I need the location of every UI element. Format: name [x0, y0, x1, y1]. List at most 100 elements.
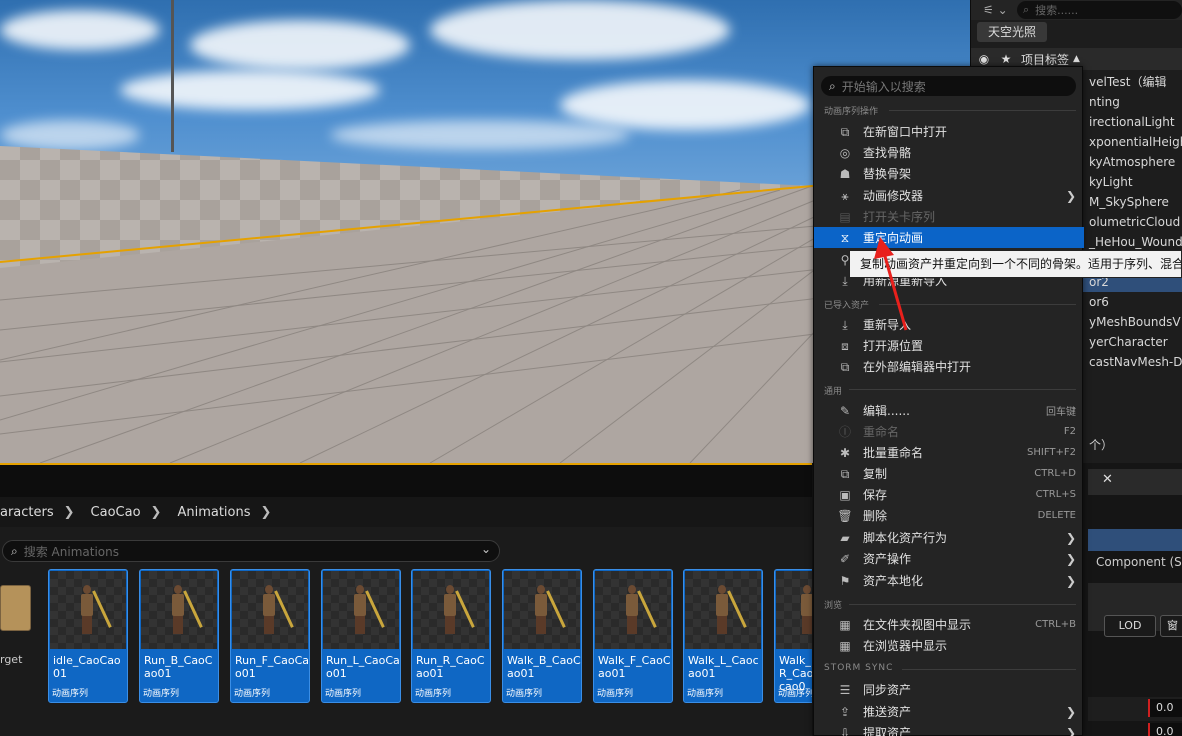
search-placeholder: 搜索 Animations	[23, 544, 119, 559]
menu-item-show-in-folder[interactable]: ▦ 在文件夹视图中显示 CTRL+B	[814, 614, 1084, 635]
breadcrumb-item[interactable]: Animations	[177, 505, 250, 520]
filter-icon[interactable]: ⚟ ⌄	[983, 3, 1011, 17]
menu-item-push-assets[interactable]: ⇪ 推送资产 ❯	[814, 701, 1084, 722]
menu-item-find-skeleton[interactable]: ◎ 查找骨骼	[814, 142, 1084, 163]
search-placeholder: 搜索......	[1035, 4, 1079, 17]
modifier-icon: ⚹	[841, 188, 849, 203]
window-button[interactable]: 窗	[1160, 615, 1182, 637]
asset-name: Walk_F_CaoCao01	[598, 654, 671, 680]
menu-item-open-external-editor[interactable]: ⧉ 在外部编辑器中打开	[814, 356, 1084, 377]
rename-icon: Ⓘ	[838, 424, 851, 439]
sort-up-icon[interactable]: ▲	[1073, 54, 1080, 64]
chevron-right-icon: ❯	[150, 504, 162, 520]
asset-type: 动画序列	[597, 689, 634, 699]
shortcut-label: CTRL+B	[1035, 619, 1076, 630]
asset-tile[interactable]: idle_CaoCao01 动画序列	[48, 569, 128, 703]
menu-item-pull-assets[interactable]: ⇩ 提取资产 ❯	[814, 722, 1084, 736]
character-figure	[441, 585, 475, 635]
character-figure	[169, 585, 203, 635]
number-field[interactable]: 0.0	[1148, 699, 1182, 717]
menu-item-anim-modifiers[interactable]: ⚹ 动画修改器 ❯	[814, 185, 1084, 206]
asset-type: 动画序列	[778, 689, 812, 699]
download-icon: ⇩	[839, 725, 851, 736]
menu-item-scripted-actions[interactable]: ▰ 脚本化资产行为 ❯	[814, 527, 1084, 548]
menu-item-open-source[interactable]: ⧈ 打开源位置	[814, 335, 1084, 356]
folder-label: rget	[0, 653, 23, 666]
asset-search-input[interactable]: ⌕ 搜索 Animations ⌄	[2, 540, 500, 562]
sky-light-button[interactable]: 天空光照	[977, 22, 1047, 42]
flag-icon: ⚑	[839, 573, 851, 588]
section-common: 通用	[824, 387, 843, 397]
star-icon[interactable]: ★	[997, 52, 1015, 66]
menu-item-save[interactable]: ▣ 保存 CTRL+S	[814, 484, 1084, 505]
asset-type: 动画序列	[234, 689, 271, 699]
asset-tile[interactable]: Run_R_CaoCao01 动画序列	[411, 569, 491, 703]
asset-tile[interactable]: Walk_B_CaoCao01 动画序列	[502, 569, 582, 703]
menu-item-duplicate[interactable]: ⧉ 复制 CTRL+D	[814, 463, 1084, 484]
asset-name: Walk_L_Caocao01	[688, 654, 759, 680]
chevron-right-icon: ❯	[63, 504, 75, 520]
asset-thumbnail	[232, 571, 308, 649]
asset-thumbnail	[595, 571, 671, 649]
breadcrumb-item[interactable]: aracters	[0, 505, 54, 520]
menu-item-open-new-window[interactable]: ⧉ 在新窗口中打开	[814, 121, 1084, 142]
menu-item-reimport[interactable]: ⤓ 重新导入	[814, 314, 1084, 335]
annotation-arrow-icon	[874, 237, 908, 331]
asset-name: idle_CaoCao01	[53, 654, 121, 680]
content-browser: aracters ❯ CaoCao ❯ Animations ❯ ⌕ 搜索 An…	[0, 497, 812, 736]
asset-thumbnail	[685, 571, 761, 649]
menu-item-localization[interactable]: ⚑ 资产本地化 ❯	[814, 570, 1084, 591]
asset-type: 动画序列	[415, 689, 452, 699]
folder-thumbnail[interactable]	[0, 585, 31, 631]
shortcut-label: SHIFT+F2	[1027, 447, 1076, 458]
shortcut-label: CTRL+D	[1034, 468, 1076, 479]
menu-item-asset-actions[interactable]: ✐ 资产操作 ❯	[814, 548, 1084, 569]
section-anim-seq: 动画序列操作	[824, 107, 879, 117]
asset-tile[interactable]: Run_L_CaoCao01 动画序列	[321, 569, 401, 703]
actor-count: 个）	[1089, 438, 1114, 452]
shortcut-label: DELETE	[1037, 510, 1076, 521]
chevron-right-icon: ❯	[1065, 573, 1076, 588]
asset-name: Run_R_CaoCao01	[416, 654, 485, 680]
asset-type: 动画序列	[687, 689, 724, 699]
asset-type: 动画序列	[52, 689, 89, 699]
outliner-search-input[interactable]: ⌕ 搜索......	[1017, 1, 1182, 19]
item-label-column[interactable]: 项目标签	[1021, 51, 1069, 68]
trash-icon: 🗑	[837, 508, 853, 523]
lod-button[interactable]: LOD	[1104, 615, 1156, 637]
browser-icon: ▦	[839, 638, 851, 653]
section-divider	[849, 604, 1076, 605]
folder-icon: ▦	[839, 617, 851, 632]
asset-tile[interactable]: Run_F_CaoCao01 动画序列	[230, 569, 310, 703]
menu-item-batch-rename[interactable]: ✱ 批量重命名 SHIFT+F2	[814, 442, 1084, 463]
character-figure	[78, 585, 112, 635]
context-menu: ⌕ 开始输入以搜索 动画序列操作 ⧉ 在新窗口中打开 ◎ 查找骨骼 ☗ 替换骨架 ⚹ 动…	[813, 66, 1084, 736]
asset-tile[interactable]: Walk_F_CaoCao01 动画序列	[593, 569, 673, 703]
character-figure	[623, 585, 657, 635]
selected-component-row[interactable]	[1088, 529, 1182, 551]
breadcrumb-item[interactable]: CaoCao	[91, 505, 141, 520]
close-icon[interactable]: ✕	[1102, 472, 1113, 487]
section-storm-sync: STORM SYNC	[824, 663, 894, 673]
menu-item-edit[interactable]: ✎ 编辑...... 回车键	[814, 400, 1084, 421]
component-label[interactable]: Component (St	[1096, 555, 1182, 569]
reimport-icon: ⤓	[842, 317, 848, 332]
chevron-down-icon[interactable]: ⌄	[481, 542, 491, 556]
asset-tile[interactable]: Walk_R_Caocao0 动画序列	[774, 569, 812, 703]
menu-item-show-in-browser[interactable]: ▦ 在浏览器中显示	[814, 635, 1084, 656]
eye-icon[interactable]: ◉	[971, 52, 997, 66]
number-field[interactable]: 0.0	[1148, 723, 1182, 736]
menu-item-replace-skeleton[interactable]: ☗ 替换骨架	[814, 163, 1084, 184]
external-icon: ⧉	[840, 359, 850, 374]
sequence-icon: ▤	[839, 209, 851, 224]
menu-item-sync-assets[interactable]: ☰ 同步资产	[814, 679, 1084, 700]
menu-item-rename: Ⓘ 重命名 F2	[838, 424, 1076, 440]
asset-tile[interactable]: Run_B_CaoCao01 动画序列	[139, 569, 219, 703]
outliner-toolbar: ⚟ ⌄ ⌕ 搜索......	[971, 0, 1182, 20]
menu-search-input[interactable]: ⌕ 开始输入以搜索	[821, 76, 1076, 96]
asset-tile[interactable]: Walk_L_Caocao01 动画序列	[683, 569, 763, 703]
section-divider	[889, 110, 1076, 111]
menu-item-delete[interactable]: 🗑 删除 DELETE	[814, 505, 1084, 526]
asset-thumbnail	[50, 571, 126, 649]
menu-item-retarget-animation[interactable]: ⧖ 重定向动画	[814, 227, 1084, 248]
